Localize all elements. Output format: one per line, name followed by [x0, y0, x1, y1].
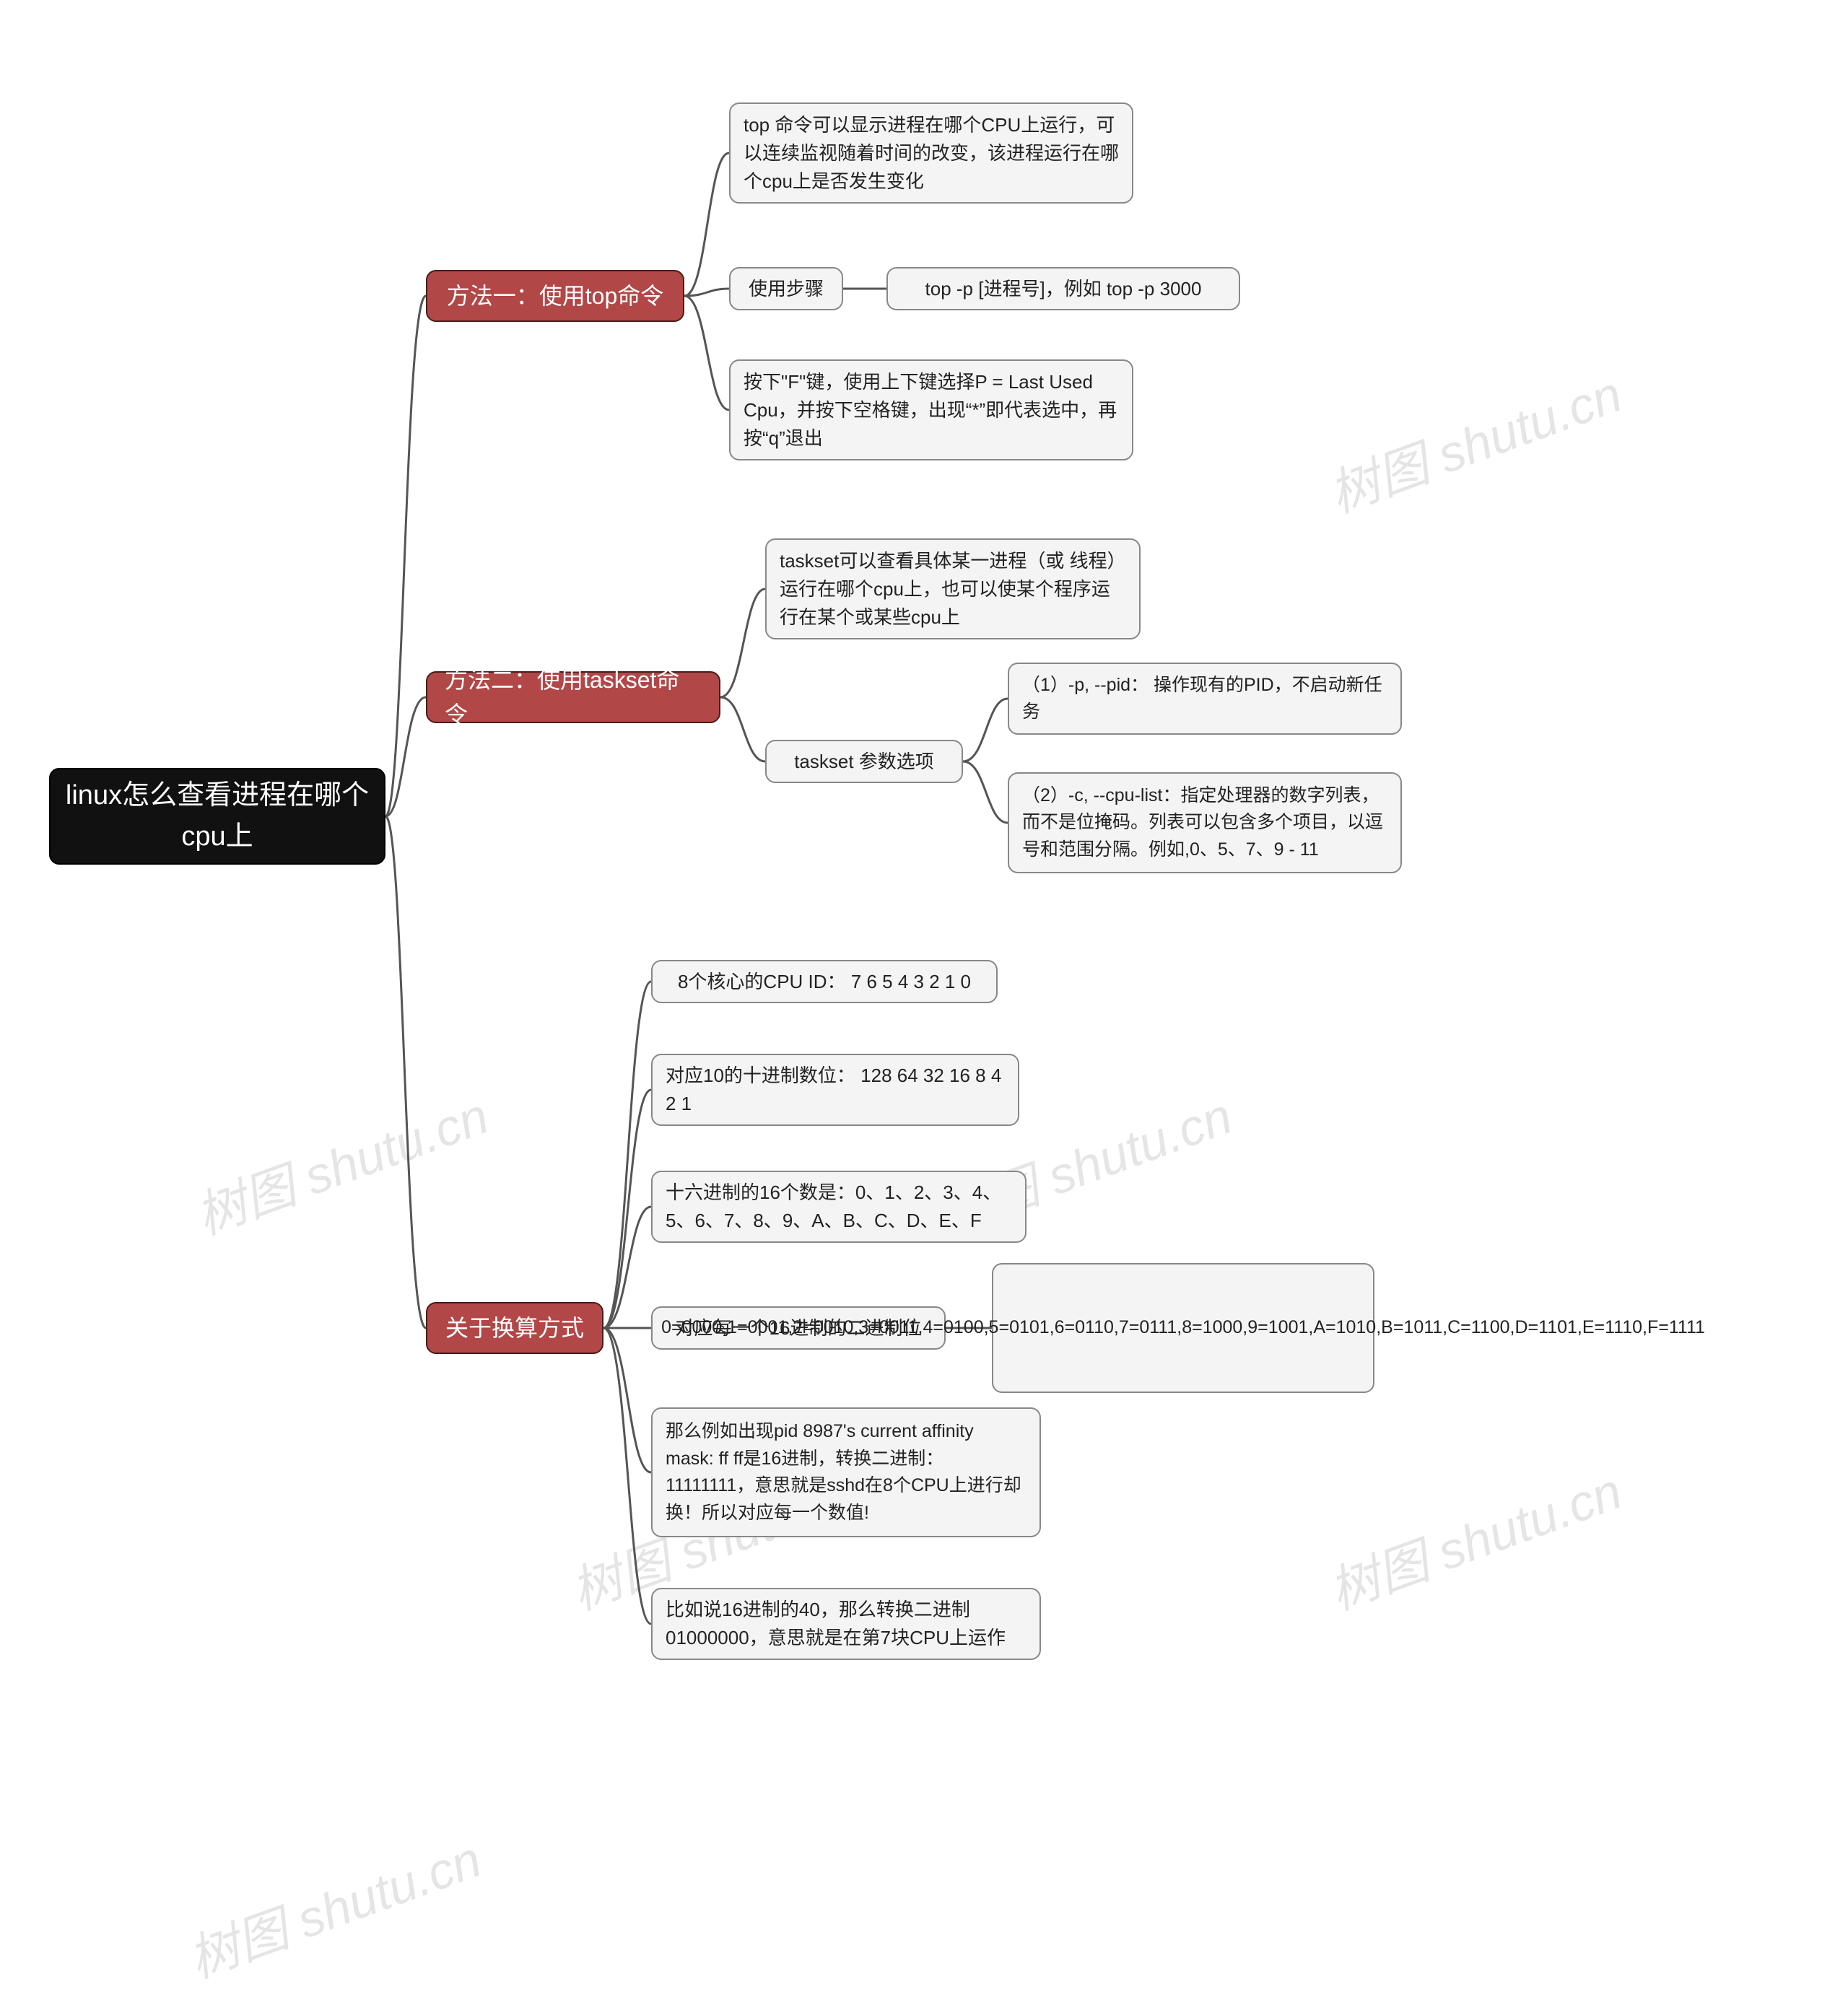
leaf-top-desc: top 命令可以显示进程在哪个CPU上运行，可以连续监视随着时间的改变，该进程运…	[729, 102, 1133, 204]
leaf-decimals: 对应10的十进制数位： 128 64 32 16 8 4 2 1	[651, 1054, 1019, 1126]
leaf-cpuids: 8个核心的CPU ID： 7 6 5 4 3 2 1 0	[651, 960, 998, 1003]
branch-method1[interactable]: 方法一：使用top命令	[426, 270, 684, 322]
leaf-taskset-options: taskset 参数选项	[765, 740, 963, 783]
watermark: 树图 shutu.cn	[1318, 1451, 1631, 1625]
watermark: 树图 shutu.cn	[178, 1820, 490, 1992]
leaf-taskset-c: （2）-c, --cpu-list：指定处理器的数字列表，而不是位掩码。列表可以…	[1008, 772, 1402, 873]
branch-method2[interactable]: 方法二：使用taskset命令	[426, 671, 720, 723]
root-node[interactable]: linux怎么查看进程在哪个cpu上	[49, 768, 385, 865]
leaf-top-steps: 使用步骤	[729, 267, 843, 310]
leaf-example-ff: 那么例如出现pid 8987's current affinity mask: …	[651, 1407, 1041, 1537]
leaf-example-40: 比如说16进制的40，那么转换二进制01000000，意思就是在第7块CPU上运…	[651, 1588, 1041, 1660]
leaf-top-fkey: 按下"F"键，使用上下键选择P = Last Used Cpu，并按下空格键，出…	[729, 359, 1133, 460]
leaf-top-cmd: top -p [进程号]，例如 top -p 3000	[886, 267, 1240, 310]
leaf-taskset-desc: taskset可以查看具体某一进程（或 线程）运行在哪个cpu上，也可以使某个程…	[765, 538, 1141, 639]
leaf-hexdigits: 十六进制的16个数是：0、1、2、3、4、5、6、7、8、9、A、B、C、D、E…	[651, 1171, 1027, 1243]
watermark: 树图 shutu.cn	[185, 1076, 497, 1249]
branch-conversion[interactable]: 关于换算方式	[426, 1302, 603, 1354]
leaf-hex2bin-table: 0=0000,1=0001,2=0010,3=0011,4=0100,5=010…	[992, 1263, 1374, 1393]
watermark: 树图 shutu.cn	[1318, 354, 1631, 528]
leaf-taskset-p: （1）-p, --pid： 操作现有的PID，不启动新任务	[1008, 663, 1402, 735]
